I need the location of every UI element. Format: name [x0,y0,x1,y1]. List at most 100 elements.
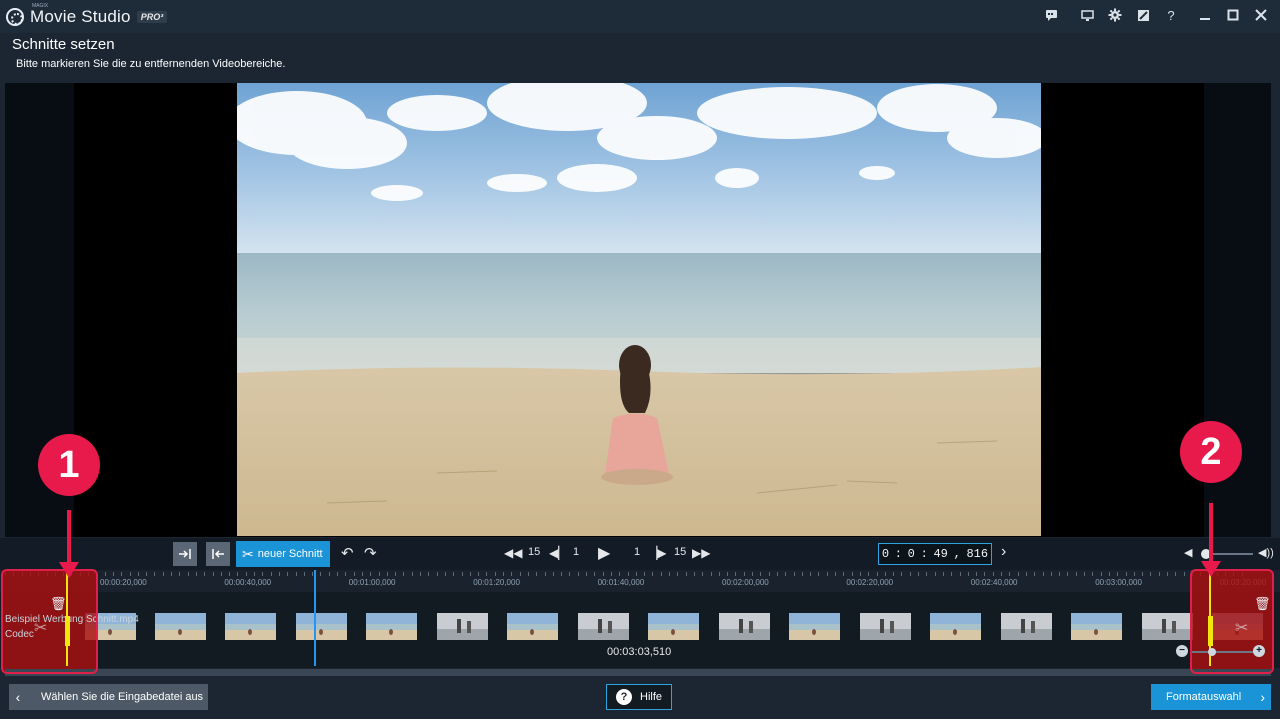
skip-forward-amount: 15 [674,546,687,558]
ruler-tick [212,572,214,576]
zoom-out-icon[interactable]: − [1176,645,1188,657]
ruler-label: 00:02:40,000 [970,578,1018,587]
chat-icon[interactable] [1044,8,1058,22]
annotation-frame-1 [1,569,98,674]
next-button[interactable]: Formatauswahl › [1151,684,1271,710]
frame-forward-amount: 1 [634,546,641,558]
ruler-tick [627,572,629,576]
app-window: MAGIX Movie Studio PRO³ ? Schnitte setze… [0,0,1280,719]
ruler-tick [278,572,280,576]
ruler-tick [1059,572,1061,576]
timecode-seconds: 49 [933,547,948,561]
ruler-label: 00:02:20,000 [846,578,894,587]
ruler-tick [702,572,704,576]
ruler-tick [411,572,413,576]
help-button[interactable]: ? Hilfe [606,684,672,710]
ruler-tick [735,572,737,576]
back-button[interactable]: ‹ Wählen Sie die Eingabedatei aus [9,684,208,710]
undo-icon[interactable]: ↶ [341,544,354,562]
ruler-tick [577,572,579,576]
ruler-tick [1050,572,1052,576]
ruler-tick [644,572,646,576]
ruler-tick [361,572,363,576]
ruler-tick [511,572,513,576]
edit-icon[interactable] [1136,8,1150,22]
ruler-tick [594,572,596,576]
ruler-tick [810,572,812,576]
ruler-label: 00:00:40,000 [224,578,272,587]
set-out-point-button[interactable] [206,542,230,566]
ruler-tick [179,572,181,576]
timecode-input[interactable]: 0 : 0 : 49 , 816 [878,543,992,565]
video-preview[interactable] [237,83,1041,536]
ruler-tick [635,572,637,576]
chevron-right-icon[interactable]: › [1001,543,1006,561]
play-button[interactable]: ▶ [598,543,610,563]
scissors-icon: ✂ [242,545,254,562]
ruler-tick [303,572,305,576]
ruler-tick [959,572,961,576]
clip-thumbnail [1142,613,1193,640]
skip-back-icon[interactable]: ◀◀ [504,546,522,560]
ruler-tick [1017,572,1019,576]
timecode-sep: : [894,547,902,561]
ruler-tick [1034,572,1036,576]
ruler-tick [1183,572,1185,576]
ruler-tick [1067,572,1069,576]
ruler-tick [262,572,264,576]
ruler-tick [195,572,197,576]
frame-forward-icon[interactable]: ▕▶ [648,546,666,560]
ruler-tick [652,572,654,576]
ruler-tick [602,572,604,576]
page-header: Schnitte setzen Bitte markieren Sie die … [0,33,1280,83]
ruler-tick [245,572,247,576]
playhead[interactable] [314,570,316,666]
page-subtitle: Bitte markieren Sie die zu entfernenden … [16,58,286,70]
ruler-tick [992,572,994,576]
timeline-ruler[interactable]: 00:00:20,000 00:00:40,000 00:01:00,000 00:0… [0,570,1280,592]
title-bar-icons: ? [1044,8,1268,23]
ruler-tick [536,572,538,576]
monitor-icon[interactable] [1080,8,1094,22]
maximize-icon[interactable] [1226,8,1240,22]
ruler-tick [137,572,139,576]
ruler-tick [461,572,463,576]
set-in-point-button[interactable] [173,542,197,566]
ruler-tick [669,572,670,576]
timeline-scrollbar[interactable] [5,669,1271,676]
clip-thumbnail [578,613,629,640]
ruler-tick [967,572,969,576]
ruler-tick [229,572,231,576]
minimize-icon[interactable] [1198,8,1212,22]
ruler-tick [552,572,554,576]
speaker-high-icon[interactable]: ◀)) [1258,546,1274,559]
ruler-tick [469,572,471,576]
ruler-tick [436,572,438,576]
new-cut-button[interactable]: ✂ neuer Schnitt [236,541,330,567]
clip-thumbnail [719,613,770,640]
clip-thumbnail [225,613,276,640]
help-icon[interactable]: ? [1164,8,1178,23]
ruler-tick [1108,572,1110,576]
question-icon: ? [616,689,632,705]
ruler-tick [677,572,679,576]
ruler-tick [901,572,903,576]
arrow-to-line-left-icon [212,549,224,559]
ruler-tick [918,572,919,576]
ruler-tick [1042,572,1044,576]
close-icon[interactable] [1254,8,1268,22]
ruler-tick [378,572,380,576]
gear-icon[interactable] [1108,8,1122,22]
ruler-tick [295,572,297,576]
title-bar: MAGIX Movie Studio PRO³ ? [0,0,1280,33]
frame-back-icon[interactable]: ◀▏ [549,546,567,560]
ruler-tick [527,572,529,576]
ruler-tick [312,572,314,576]
skip-forward-icon[interactable]: ▶▶ [692,546,710,560]
redo-icon[interactable]: ↷ [364,544,377,562]
ruler-tick [868,572,870,576]
speaker-low-icon[interactable]: ◀ [1184,546,1192,559]
annotation-badge-2: 2 [1180,421,1242,483]
ruler-tick [843,572,845,576]
ruler-tick [1025,572,1027,576]
